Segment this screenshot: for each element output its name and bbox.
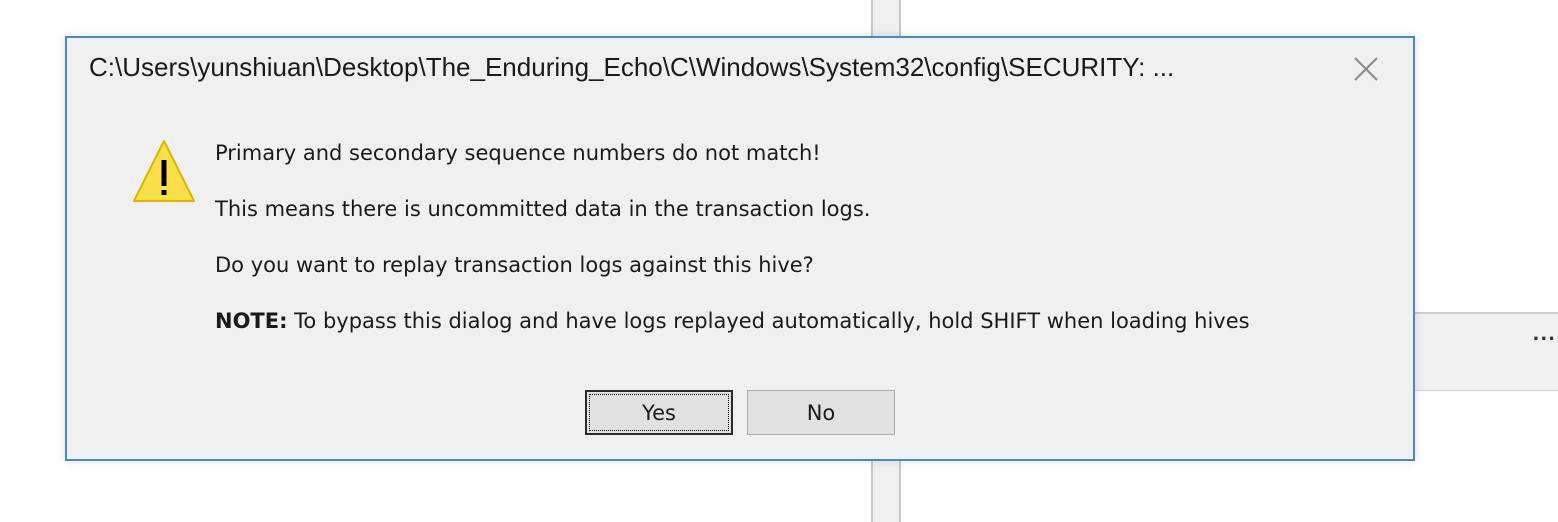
dialog-message: Primary and secondary sequence numbers d…	[215, 138, 1365, 362]
close-icon	[1353, 56, 1379, 82]
note-line: NOTE: To bypass this dialog and have log…	[215, 306, 1365, 362]
warning-icon	[131, 138, 197, 204]
background-ellipsis[interactable]: ...	[1532, 324, 1556, 345]
background-panel-content	[1414, 390, 1558, 522]
background-window-panel: ...	[1414, 312, 1558, 522]
dialog-title: C:\Users\yunshiuan\Desktop\The_Enduring_…	[89, 52, 1175, 82]
message-line-3: Do you want to replay transaction logs a…	[215, 253, 814, 277]
dialog-titlebar[interactable]: C:\Users\yunshiuan\Desktop\The_Enduring_…	[67, 38, 1413, 100]
message-line-2: This means there is uncommitted data in …	[215, 197, 871, 221]
close-button[interactable]	[1349, 52, 1383, 86]
message-dialog: C:\Users\yunshiuan\Desktop\The_Enduring_…	[65, 36, 1415, 461]
screen: ... C:\Users\yunshiuan\Desktop\The_Endur…	[0, 0, 1558, 522]
message-line-1: Primary and secondary sequence numbers d…	[215, 141, 821, 165]
note-label: NOTE:	[215, 309, 288, 333]
yes-button[interactable]: Yes	[585, 390, 733, 435]
note-text: To bypass this dialog and have logs repl…	[287, 309, 1250, 333]
no-button[interactable]: No	[747, 390, 895, 435]
